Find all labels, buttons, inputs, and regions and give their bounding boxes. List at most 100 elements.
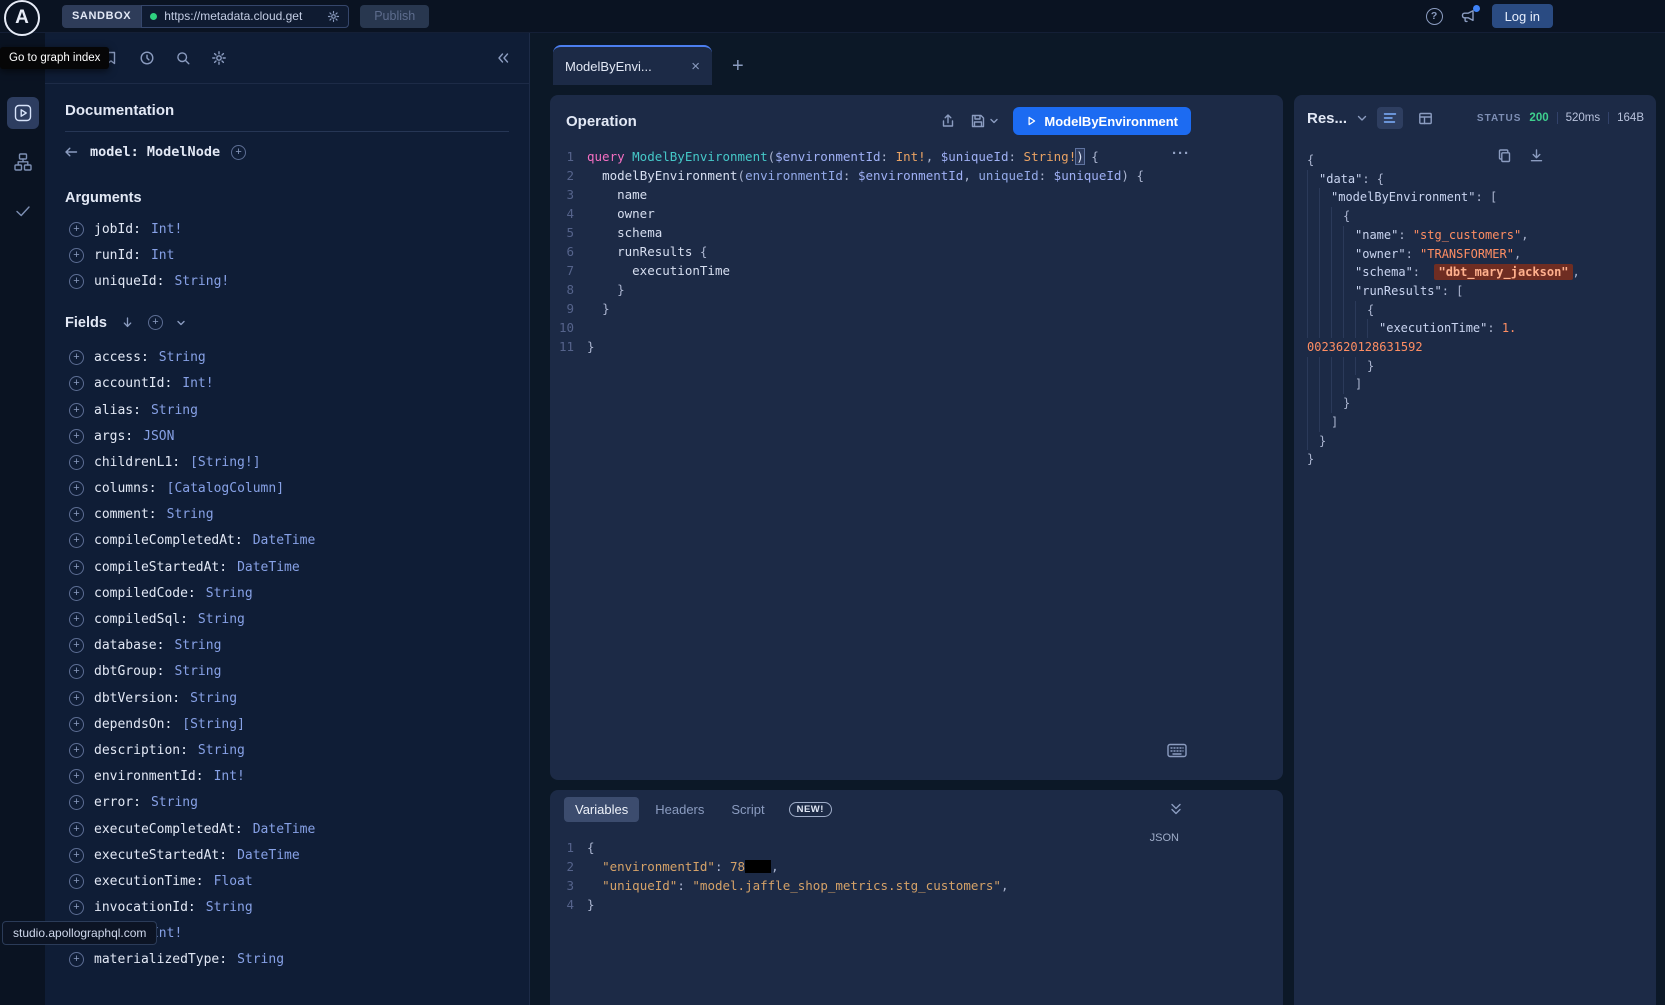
add-field-icon[interactable]: + xyxy=(69,638,84,653)
field-item[interactable]: +description:String xyxy=(45,737,529,763)
field-item[interactable]: +runId:Int xyxy=(45,242,529,268)
field-item[interactable]: +executeCompletedAt:DateTime xyxy=(45,816,529,842)
download-response-icon[interactable] xyxy=(1529,148,1544,163)
field-type-link[interactable]: String xyxy=(198,612,245,627)
field-type-link[interactable]: Int! xyxy=(151,222,182,237)
field-item[interactable]: +compiledSql:String xyxy=(45,606,529,632)
add-field-icon[interactable]: + xyxy=(69,743,84,758)
collapse-panel-icon[interactable] xyxy=(1169,802,1183,816)
field-type-link[interactable]: String! xyxy=(174,274,229,289)
save-operation-button[interactable] xyxy=(970,113,999,129)
tab-modelbyenvironment[interactable]: ModelByEnvi... × xyxy=(553,45,712,85)
add-field-icon[interactable]: + xyxy=(69,376,84,391)
tab-headers[interactable]: Headers xyxy=(644,797,715,822)
format-response-button[interactable] xyxy=(1377,107,1403,129)
tab-script[interactable]: Script xyxy=(720,797,775,822)
history-clock-icon[interactable] xyxy=(139,50,155,66)
table-view-button[interactable] xyxy=(1412,107,1438,129)
field-item[interactable]: +executionTime:Float xyxy=(45,868,529,894)
back-icon[interactable] xyxy=(63,144,79,160)
response-dropdown-icon[interactable] xyxy=(1356,112,1368,124)
apollo-logo[interactable]: A xyxy=(4,0,40,36)
operation-options-icon[interactable]: ··· xyxy=(1172,145,1190,162)
add-field-icon[interactable]: + xyxy=(69,350,84,365)
add-field-icon[interactable]: + xyxy=(69,612,84,627)
announcements-icon[interactable] xyxy=(1459,8,1476,24)
collapse-sidebar-icon[interactable] xyxy=(495,50,511,66)
add-field-icon[interactable]: + xyxy=(69,248,84,263)
field-item[interactable]: +columns:[CatalogColumn] xyxy=(45,476,529,502)
share-icon[interactable] xyxy=(940,113,956,129)
field-type-link[interactable]: Int xyxy=(151,248,174,263)
field-item[interactable]: +accountId:Int! xyxy=(45,371,529,397)
field-type-link[interactable]: [CatalogColumn] xyxy=(167,481,284,496)
field-item[interactable]: +childrenL1:[String!] xyxy=(45,449,529,475)
publish-button[interactable]: Publish xyxy=(360,5,429,28)
sort-fields-icon[interactable] xyxy=(120,315,135,330)
settings-gear-icon[interactable] xyxy=(211,50,227,66)
field-type-link[interactable]: String xyxy=(174,664,221,679)
field-type-link[interactable]: DateTime xyxy=(253,822,316,837)
add-field-icon[interactable]: + xyxy=(69,952,84,967)
field-type-link[interactable]: [String!] xyxy=(190,455,260,470)
add-field-icon[interactable]: + xyxy=(69,560,84,575)
add-field-icon[interactable]: + xyxy=(69,691,84,706)
add-field-icon[interactable]: + xyxy=(69,455,84,470)
add-fields-button[interactable]: + xyxy=(148,315,163,330)
rail-schema-button[interactable] xyxy=(7,146,39,178)
add-field-icon[interactable]: + xyxy=(69,429,84,444)
add-field-icon[interactable]: + xyxy=(69,222,84,237)
field-type-link[interactable]: String xyxy=(151,403,198,418)
field-type-link[interactable]: DateTime xyxy=(237,560,300,575)
field-type-link[interactable]: String xyxy=(151,795,198,810)
field-item[interactable]: +executeStartedAt:DateTime xyxy=(45,842,529,868)
add-field-icon[interactable]: + xyxy=(69,900,84,915)
add-field-icon[interactable]: + xyxy=(69,795,84,810)
add-field-icon[interactable]: + xyxy=(69,874,84,889)
field-item[interactable]: +jobId:Int! xyxy=(45,216,529,242)
new-tab-button[interactable]: + xyxy=(732,56,744,76)
keyboard-shortcuts-icon[interactable] xyxy=(1167,743,1187,758)
login-button[interactable]: Log in xyxy=(1492,4,1553,28)
run-operation-button[interactable]: ModelByEnvironment xyxy=(1013,107,1191,135)
add-field-icon[interactable]: + xyxy=(69,822,84,837)
field-item[interactable]: +access:String xyxy=(45,345,529,371)
field-type-link[interactable]: String xyxy=(237,952,284,967)
field-type-link[interactable]: Int! xyxy=(214,769,245,784)
endpoint-settings-gear-icon[interactable] xyxy=(327,10,340,23)
operation-editor[interactable]: 1query ModelByEnvironment($environmentId… xyxy=(550,147,1283,356)
help-icon[interactable]: ? xyxy=(1426,8,1443,25)
field-type-link[interactable]: DateTime xyxy=(237,848,300,863)
add-field-icon[interactable]: + xyxy=(69,664,84,679)
add-field-icon[interactable]: + xyxy=(69,507,84,522)
field-item[interactable]: +compileStartedAt:DateTime xyxy=(45,554,529,580)
field-item[interactable]: +uniqueId:String! xyxy=(45,268,529,294)
field-item[interactable]: +comment:String xyxy=(45,502,529,528)
field-item[interactable]: +compiledCode:String xyxy=(45,580,529,606)
breadcrumb-type[interactable]: ModelNode xyxy=(147,144,220,160)
endpoint-url-input[interactable]: https://metadata.cloud.get xyxy=(141,5,349,28)
variables-editor[interactable]: 1{2 "environmentId": 78,3 "uniqueId": "m… xyxy=(550,838,1283,914)
field-item[interactable]: +dependsOn:[String] xyxy=(45,711,529,737)
field-type-link[interactable]: String xyxy=(167,507,214,522)
field-type-link[interactable]: JSON xyxy=(143,429,174,444)
field-type-link[interactable]: String xyxy=(174,638,221,653)
add-field-icon[interactable]: + xyxy=(69,586,84,601)
tab-variables[interactable]: Variables xyxy=(564,797,639,822)
rail-checks-button[interactable] xyxy=(7,195,39,227)
field-item[interactable]: +alias:String xyxy=(45,397,529,423)
field-item[interactable]: +environmentId:Int! xyxy=(45,764,529,790)
add-field-icon[interactable]: + xyxy=(69,848,84,863)
add-field-icon[interactable]: + xyxy=(69,481,84,496)
add-field-icon[interactable]: + xyxy=(69,717,84,732)
rail-explorer-button[interactable] xyxy=(7,97,39,129)
field-item[interactable]: +compileCompletedAt:DateTime xyxy=(45,528,529,554)
tab-close-icon[interactable]: × xyxy=(691,59,700,74)
field-type-link[interactable]: String xyxy=(190,691,237,706)
add-field-icon[interactable]: + xyxy=(69,769,84,784)
field-type-link[interactable]: Float xyxy=(214,874,253,889)
field-item[interactable]: +invocationId:String xyxy=(45,895,529,921)
field-type-link[interactable]: String xyxy=(206,586,253,601)
copy-response-icon[interactable] xyxy=(1497,148,1512,163)
field-item[interactable]: +materializedType:String xyxy=(45,947,529,973)
